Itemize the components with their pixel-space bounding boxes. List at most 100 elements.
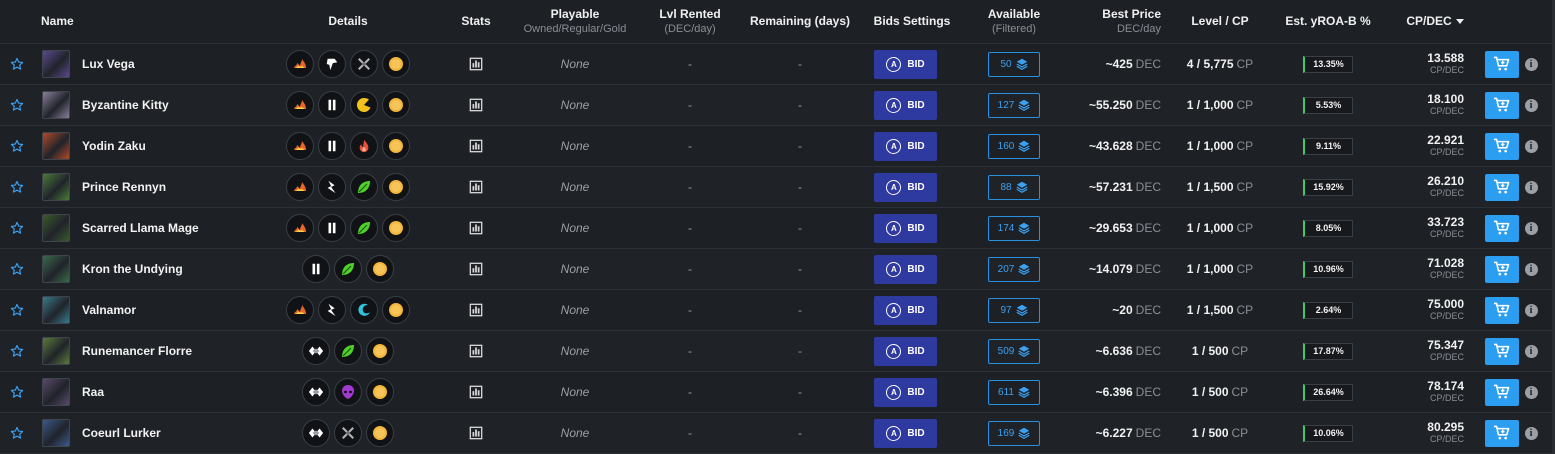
header-available[interactable]: Available (Filtered)	[974, 0, 1054, 43]
stats-icon[interactable]	[462, 331, 490, 371]
info-icon[interactable]: i	[1524, 385, 1538, 399]
cart-cell	[1485, 413, 1519, 453]
available-button[interactable]: 50	[988, 51, 1040, 77]
card-name[interactable]: Yodin Zaku	[82, 126, 146, 166]
bid-button[interactable]: A BID	[874, 49, 937, 79]
stats-icon[interactable]	[462, 85, 490, 125]
card-name[interactable]: Lux Vega	[82, 44, 135, 84]
header-cpdec[interactable]: CP/DEC	[1390, 0, 1480, 43]
card-name[interactable]: Valnamor	[82, 290, 136, 330]
header-lvl-rented[interactable]: Lvl Rented (DEC/day)	[640, 0, 740, 43]
add-to-cart-button[interactable]	[1485, 296, 1519, 324]
add-to-cart-button[interactable]	[1485, 214, 1519, 242]
info-cell: i	[1523, 44, 1539, 84]
stats-icon[interactable]	[462, 208, 490, 248]
stats-icon[interactable]	[462, 126, 490, 166]
favorite-star-icon[interactable]	[8, 372, 26, 412]
available-count: 50	[1000, 58, 1012, 70]
card-name[interactable]: Prince Rennyn	[82, 167, 166, 207]
bid-button[interactable]: A BID	[874, 90, 937, 120]
add-to-cart-button[interactable]	[1485, 337, 1519, 365]
favorite-star-icon[interactable]	[8, 413, 26, 453]
bid-button[interactable]: A BID	[874, 213, 937, 243]
card-image	[42, 91, 70, 119]
favorite-star-icon[interactable]	[8, 331, 26, 371]
cart-cell	[1485, 208, 1519, 248]
available-button[interactable]: 88	[988, 174, 1040, 200]
favorite-star-icon[interactable]	[8, 290, 26, 330]
add-to-cart-button[interactable]	[1485, 132, 1519, 160]
available-button[interactable]: 127	[988, 92, 1040, 118]
add-to-cart-button[interactable]	[1485, 91, 1519, 119]
add-to-cart-button[interactable]	[1485, 173, 1519, 201]
favorite-star-icon[interactable]	[8, 208, 26, 248]
available-button[interactable]: 207	[988, 256, 1040, 282]
card-name[interactable]: Runemancer Florre	[82, 331, 192, 371]
header-best-price[interactable]: Best Price DEC/day	[1061, 0, 1161, 43]
favorite-star-icon[interactable]	[8, 167, 26, 207]
available-button[interactable]: 160	[988, 133, 1040, 159]
bid-button[interactable]: A BID	[874, 377, 937, 407]
favorite-star-icon[interactable]	[8, 126, 26, 166]
card-name[interactable]: Byzantine Kitty	[82, 85, 169, 125]
table-row: Lux Vega None - - A BID 50 ~425 DEC 4 / 5…	[0, 44, 1555, 85]
yroa-cell: 13.35%	[1303, 44, 1353, 84]
cpdec-value: 71.028	[1427, 256, 1464, 270]
info-icon[interactable]: i	[1524, 57, 1538, 71]
add-to-cart-button[interactable]	[1485, 419, 1519, 447]
stack-layers-icon	[1018, 345, 1030, 357]
bid-button[interactable]: A BID	[874, 254, 937, 284]
info-icon[interactable]: i	[1524, 139, 1538, 153]
bid-button[interactable]: A BID	[874, 295, 937, 325]
add-to-cart-button[interactable]	[1485, 378, 1519, 406]
header-lvl-rented-sub: (DEC/day)	[664, 23, 716, 35]
info-icon[interactable]: i	[1524, 303, 1538, 317]
stats-icon[interactable]	[462, 413, 490, 453]
info-icon[interactable]: i	[1524, 180, 1538, 194]
bid-button[interactable]: A BID	[874, 172, 937, 202]
available-count: 207	[997, 263, 1015, 275]
info-icon[interactable]: i	[1524, 221, 1538, 235]
best-price: ~6.396 DEC	[1060, 372, 1161, 412]
cpdec-value: 78.174	[1427, 379, 1464, 393]
header-name[interactable]: Name	[41, 0, 101, 43]
stats-icon[interactable]	[462, 167, 490, 207]
info-icon[interactable]: i	[1524, 98, 1538, 112]
available-button[interactable]: 97	[988, 297, 1040, 323]
yroa-cell: 5.53%	[1303, 85, 1353, 125]
available-button[interactable]: 169	[988, 420, 1040, 446]
card-name[interactable]: Coeurl Lurker	[82, 413, 161, 453]
card-name[interactable]: Kron the Undying	[82, 249, 183, 289]
table-row: Valnamor None - - A BID 97 ~20 DEC 1 / 1,…	[0, 290, 1555, 331]
card-name[interactable]: Raa	[82, 372, 104, 412]
header-yroa[interactable]: Est. yROA-B %	[1278, 0, 1378, 43]
favorite-star-icon[interactable]	[8, 85, 26, 125]
add-to-cart-button[interactable]	[1485, 255, 1519, 283]
header-playable[interactable]: Playable Owned/Regular/Gold	[510, 0, 640, 43]
stats-icon[interactable]	[462, 372, 490, 412]
bid-button[interactable]: A BID	[874, 336, 937, 366]
favorite-star-icon[interactable]	[8, 44, 26, 84]
info-icon[interactable]: i	[1524, 344, 1538, 358]
available-button[interactable]: 611	[988, 379, 1040, 405]
gold-foil-icon	[366, 337, 394, 365]
pause-bars-icon	[302, 255, 330, 283]
header-remaining[interactable]: Remaining (days)	[745, 0, 855, 43]
stats-icon[interactable]	[462, 290, 490, 330]
info-icon[interactable]: i	[1524, 262, 1538, 276]
gold-foil-icon	[382, 173, 410, 201]
bid-button[interactable]: A BID	[874, 418, 937, 448]
favorite-star-icon[interactable]	[8, 249, 26, 289]
card-name[interactable]: Scarred Llama Mage	[82, 208, 199, 248]
stats-icon[interactable]	[462, 249, 490, 289]
bid-button[interactable]: A BID	[874, 131, 937, 161]
add-to-cart-button[interactable]	[1485, 50, 1519, 78]
info-icon[interactable]: i	[1524, 426, 1538, 440]
stats-icon[interactable]	[462, 44, 490, 84]
table-row: Scarred Llama Mage None - - A BID 174 ~2…	[0, 208, 1555, 249]
header-level-cp[interactable]: Level / CP	[1170, 0, 1270, 43]
available-button[interactable]: 174	[988, 215, 1040, 241]
available-button[interactable]: 509	[988, 338, 1040, 364]
bid-label: BID	[907, 58, 925, 70]
info-cell: i	[1523, 331, 1539, 371]
